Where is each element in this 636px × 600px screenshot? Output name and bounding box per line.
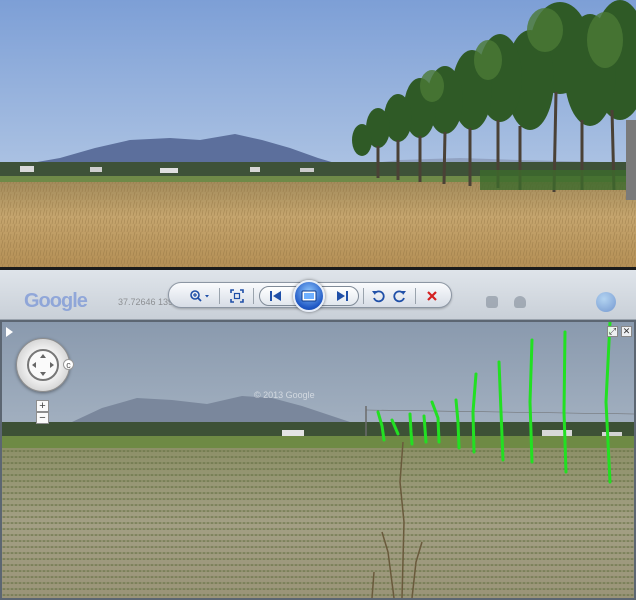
google-logo: Google <box>24 290 88 312</box>
zoom-out-button[interactable]: − <box>36 412 49 424</box>
delete-button[interactable] <box>423 287 441 305</box>
rotate-left-icon <box>372 290 385 303</box>
street-view-window-controls: ⤢ ✕ <box>607 326 632 337</box>
close-icon <box>427 291 437 301</box>
compass-reset-button[interactable]: c <box>63 359 74 370</box>
skip-forward-icon <box>337 291 348 301</box>
actual-size-button[interactable] <box>227 287 247 305</box>
landscape-photo <box>0 0 636 267</box>
fullscreen-icon[interactable]: ⤢ <box>607 326 618 337</box>
zoom-control: + − <box>36 400 49 424</box>
compass-ring <box>27 349 59 381</box>
zoom-button[interactable] <box>187 287 213 305</box>
fit-to-window-icon <box>230 289 244 303</box>
grid-icon <box>486 296 498 308</box>
pan-control[interactable] <box>16 338 70 392</box>
bell-icon <box>514 296 526 308</box>
photo-panel <box>0 0 636 270</box>
toolbar-separator <box>363 288 364 304</box>
toolbar-separator <box>219 288 220 304</box>
slideshow-button[interactable] <box>293 280 325 312</box>
avatar <box>596 292 616 312</box>
expand-arrow-icon[interactable] <box>6 327 13 337</box>
rotate-counterclockwise-button[interactable] <box>369 287 387 305</box>
previous-button[interactable] <box>265 287 287 305</box>
viewer-toolbar-strip: Google 37.72646 139.26638 <box>0 270 636 320</box>
magnifier-icon <box>190 290 209 302</box>
street-view-image[interactable] <box>2 322 634 598</box>
slideshow-icon <box>301 290 317 302</box>
toolbar-separator <box>253 288 254 304</box>
zoom-in-button[interactable]: + <box>36 400 49 412</box>
next-button[interactable] <box>331 287 353 305</box>
street-view-panel[interactable]: ⤢ ✕ c + − © 2013 Google <box>0 320 636 600</box>
photo-viewer-controls <box>168 280 452 312</box>
rotate-right-icon <box>393 290 406 303</box>
watermark: © 2013 Google <box>254 390 315 400</box>
skip-back-icon <box>270 291 281 301</box>
toolbar-separator <box>415 288 416 304</box>
screenshot-root: Google 37.72646 139.26638 ⤢ ✕ c + − © 20… <box>0 0 636 600</box>
close-icon[interactable]: ✕ <box>621 326 632 337</box>
pan-arrows-icon <box>32 354 54 376</box>
rotate-clockwise-button[interactable] <box>391 287 409 305</box>
